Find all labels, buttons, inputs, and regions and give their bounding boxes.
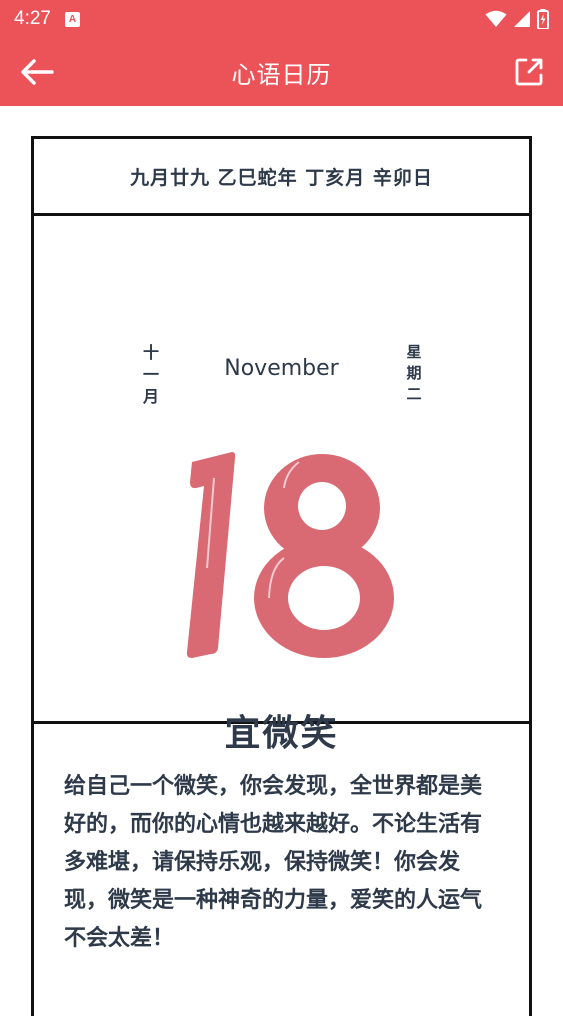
daily-advice: 宜微笑: [224, 713, 339, 754]
weekday-char: 星: [406, 343, 422, 361]
notification-icon: A: [64, 11, 80, 27]
external-link-icon: [515, 58, 543, 86]
date-block: 十 一 月 November 星 期 二 18: [34, 216, 529, 754]
lunar-date: 九月廿九 乙巳蛇年 丁亥月 辛卯日: [34, 139, 529, 216]
status-icons: [485, 9, 549, 29]
calendar-card: 九月廿九 乙巳蛇年 丁亥月 辛卯日 十 一 月 November 星 期 二 宜…: [31, 136, 532, 1016]
day-number: 18: [174, 448, 404, 660]
day-number-graphic: [186, 452, 394, 658]
status-bar: 4:27 A: [0, 0, 563, 38]
share-button[interactable]: [511, 54, 547, 90]
signal-icon: [514, 11, 530, 27]
wifi-icon: [485, 10, 507, 27]
lunar-month-char: 月: [142, 387, 159, 406]
status-time: 4:27: [14, 8, 51, 29]
daily-message: 给自己一个微笑，你会发现，全世界都是美好的，而你的心情也越来越好。不论生活有多难…: [64, 774, 483, 951]
weekday-char: 期: [406, 364, 422, 382]
month-name: November: [224, 356, 339, 381]
arrow-left-icon: [21, 59, 54, 85]
app-bar: 心语日历: [0, 38, 563, 106]
battery-icon: [537, 9, 549, 29]
weekday: 星 期 二: [403, 342, 425, 405]
page-title: 心语日历: [231, 60, 332, 89]
weekday-char: 二: [406, 385, 422, 403]
back-button[interactable]: [18, 54, 56, 90]
